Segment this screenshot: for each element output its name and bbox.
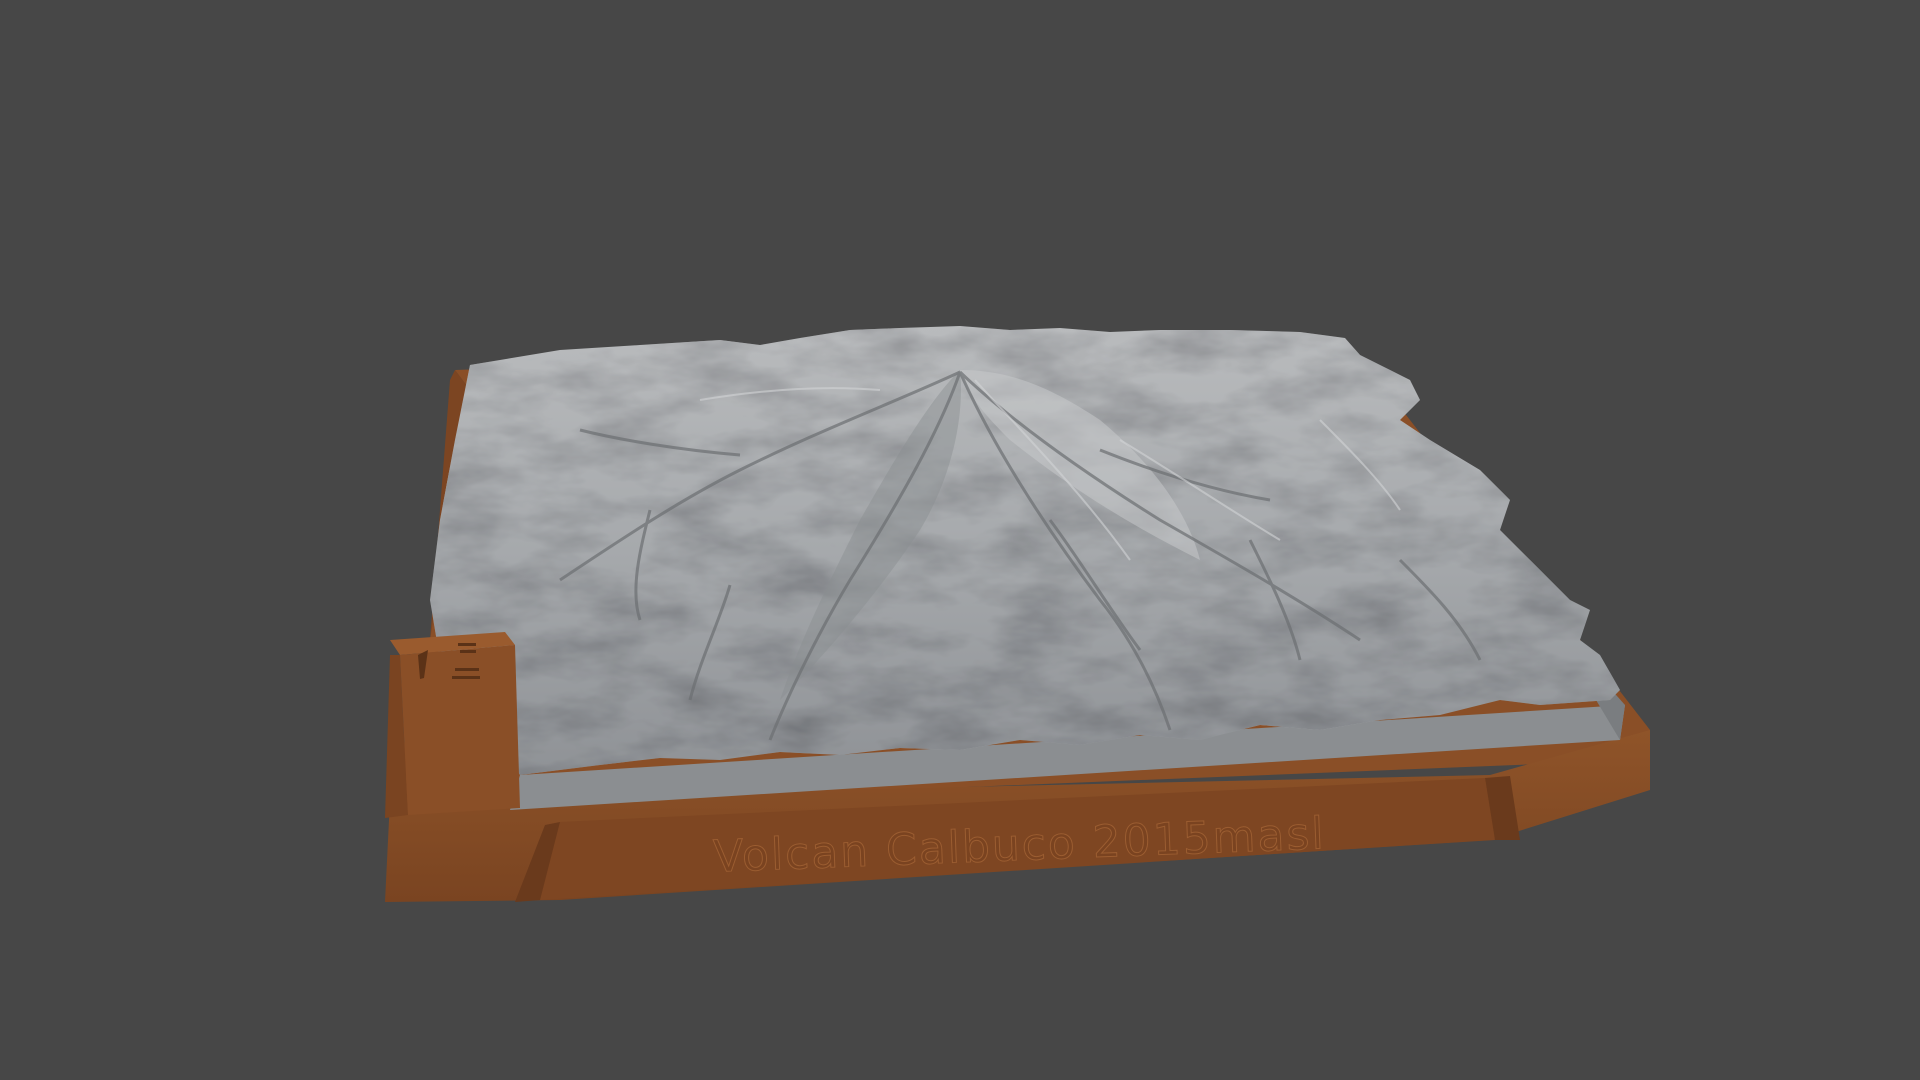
render-viewport: Volcan Calbuco 2015masl: [0, 0, 1920, 1080]
terrain-model-scene: Volcan Calbuco 2015masl: [385, 326, 1650, 902]
